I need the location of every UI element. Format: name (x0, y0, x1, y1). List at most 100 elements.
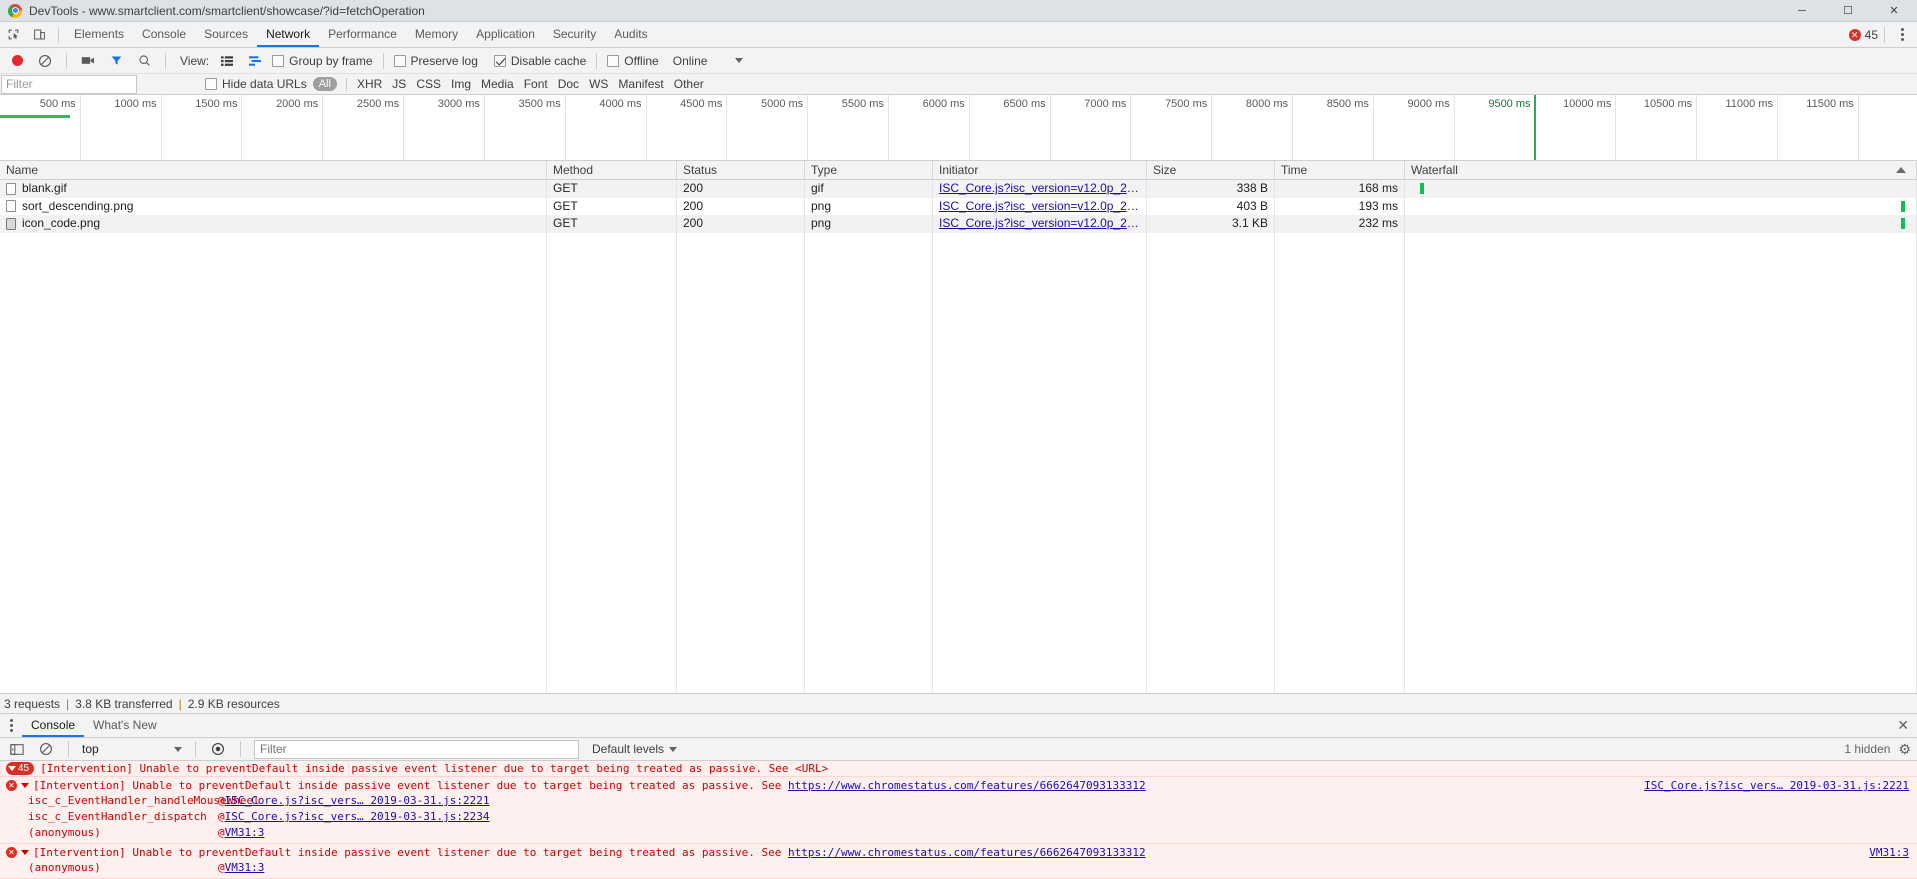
table-row[interactable]: blank.gifGET200gifISC_Core.js?isc_versio… (0, 180, 1917, 198)
column-header-method[interactable]: Method (547, 161, 677, 179)
console-error-entry[interactable]: ✕[Intervention] Unable to preventDefault… (0, 777, 1917, 844)
hide-data-urls-checkbox[interactable]: Hide data URLs (203, 77, 309, 91)
console-source-link[interactable]: ISC_Core.js?isc_vers… 2019-03-31.js:2221 (1644, 778, 1917, 793)
error-count-badge[interactable]: ✕ 45 (1849, 28, 1878, 42)
initiator-link[interactable]: ISC_Core.js?isc_version=v12.0p_2019-03-3… (939, 215, 1140, 233)
drawer-menu-icon[interactable] (0, 719, 22, 732)
console-levels-label: Default levels (592, 742, 664, 756)
type-filter-img[interactable]: Img (446, 77, 476, 91)
console-settings-gear-icon[interactable]: ⚙ (1898, 741, 1911, 758)
stack-frame-link[interactable]: ISC_Core.js?isc_vers… 2019-03-31.js:2221 (225, 793, 490, 809)
tab-application[interactable]: Application (467, 22, 544, 47)
cell-time: 168 ms (1275, 180, 1405, 198)
close-button[interactable]: ✕ (1871, 0, 1917, 22)
console-clear-icon[interactable] (33, 737, 59, 761)
tab-security[interactable]: Security (544, 22, 605, 47)
cell-size: 338 B (1147, 180, 1275, 198)
initiator-link[interactable]: ISC_Core.js?isc_version=v12.0p_2019-03-3… (939, 198, 1140, 216)
drawer-tab-console[interactable]: Console (22, 714, 84, 737)
console-levels-select[interactable]: Default levels (592, 742, 677, 756)
type-filter-css[interactable]: CSS (411, 77, 446, 91)
stack-frame-name: (anonymous) (28, 860, 218, 876)
console-message-link[interactable]: https://www.chromestatus.com/features/66… (788, 779, 1146, 792)
expand-chevron-down-icon[interactable] (21, 783, 29, 788)
group-by-frame-box[interactable] (272, 55, 284, 67)
type-filter-ws[interactable]: WS (584, 77, 613, 91)
console-hidden-count[interactable]: 1 hidden (1844, 742, 1890, 756)
table-row[interactable]: icon_code.pngGET200pngISC_Core.js?isc_ve… (0, 215, 1917, 233)
device-toolbar-icon[interactable] (26, 23, 52, 47)
stack-frame-link[interactable]: ISC_Core.js?isc_vers… 2019-03-31.js:2234 (225, 809, 490, 825)
hide-data-urls-box[interactable] (205, 78, 217, 90)
waterfall-view-icon[interactable] (242, 49, 268, 73)
type-filter-doc[interactable]: Doc (553, 77, 584, 91)
inspect-cursor-icon[interactable] (0, 23, 26, 47)
console-message-link[interactable]: https://www.chromestatus.com/features/66… (788, 846, 1146, 859)
devtools-tab-bar: Elements Console Sources Network Perform… (0, 22, 1917, 48)
preserve-log-box[interactable] (394, 55, 406, 67)
console-group-count-badge[interactable]: 45 (6, 762, 34, 775)
console-source-link[interactable]: VM31:3 (1869, 845, 1917, 860)
netbar-divider-4 (596, 53, 597, 69)
list-view-icon[interactable] (214, 49, 240, 73)
grid-column (933, 233, 1147, 694)
tab-memory[interactable]: Memory (406, 22, 467, 47)
offline-box[interactable] (607, 55, 619, 67)
column-header-name[interactable]: Name (0, 161, 547, 179)
disable-cache-checkbox[interactable]: Disable cache (492, 54, 588, 68)
tab-network[interactable]: Network (257, 22, 319, 47)
column-header-initiator[interactable]: Initiator (933, 161, 1147, 179)
throttling-caret-down-icon[interactable] (735, 58, 743, 63)
maximize-button[interactable]: ☐ (1825, 0, 1871, 22)
column-header-time[interactable]: Time (1275, 161, 1405, 179)
tab-console[interactable]: Console (133, 22, 195, 47)
type-filter-other[interactable]: Other (669, 77, 709, 91)
column-header-status[interactable]: Status (677, 161, 805, 179)
network-timeline-overview[interactable]: 500 ms1000 ms1500 ms2000 ms2500 ms3000 m… (0, 95, 1917, 161)
type-filter-xhr[interactable]: XHR (352, 77, 387, 91)
table-row[interactable]: sort_descending.pngGET200pngISC_Core.js?… (0, 198, 1917, 216)
drawer-tab-whats-new[interactable]: What's New (84, 714, 166, 737)
console-context-select[interactable]: top (78, 740, 186, 759)
live-expression-eye-icon[interactable] (205, 737, 231, 761)
requests-table-body[interactable]: blank.gifGET200gifISC_Core.js?isc_versio… (0, 180, 1917, 693)
tab-performance[interactable]: Performance (319, 22, 406, 47)
expand-chevron-down-icon[interactable] (21, 850, 29, 855)
type-filter-js[interactable]: JS (387, 77, 411, 91)
offline-checkbox[interactable]: Offline (605, 54, 660, 68)
stack-frame-link[interactable]: VM31:3 (225, 860, 265, 876)
column-header-waterfall[interactable]: Waterfall (1405, 161, 1917, 179)
console-message-list[interactable]: 45[Intervention] Unable to preventDefaul… (0, 761, 1917, 879)
console-error-message: ✕[Intervention] Unable to preventDefault… (0, 845, 1917, 860)
capture-screenshots-icon[interactable] (75, 49, 101, 73)
initiator-link[interactable]: ISC_Core.js?isc_version=v12.0p_2019-03-3… (939, 180, 1140, 198)
filter-input[interactable] (1, 75, 137, 94)
filter-funnel-icon[interactable] (103, 49, 129, 73)
console-error-entry[interactable]: ✕[Intervention] Unable to preventDefault… (0, 844, 1917, 879)
clear-icon[interactable] (32, 49, 58, 73)
tab-elements[interactable]: Elements (65, 22, 133, 47)
preserve-log-checkbox[interactable]: Preserve log (392, 54, 480, 68)
throttling-value[interactable]: Online (673, 54, 708, 68)
type-filter-manifest[interactable]: Manifest (613, 77, 668, 91)
cell-size: 3.1 KB (1147, 215, 1275, 233)
type-filter-all[interactable]: All (313, 77, 337, 91)
drawer-close-icon[interactable]: ✕ (1889, 717, 1917, 734)
tab-sources[interactable]: Sources (195, 22, 257, 47)
minimize-button[interactable]: ─ (1779, 0, 1825, 22)
type-filter-media[interactable]: Media (476, 77, 519, 91)
stack-frame-link[interactable]: VM31:3 (225, 825, 265, 841)
console-group-header[interactable]: 45[Intervention] Unable to preventDefaul… (0, 761, 1917, 777)
column-header-type[interactable]: Type (805, 161, 933, 179)
type-filter-font[interactable]: Font (519, 77, 553, 91)
console-sidebar-icon[interactable] (4, 737, 30, 761)
search-icon[interactable] (131, 49, 157, 73)
console-filter-input[interactable] (254, 740, 579, 759)
group-by-frame-checkbox[interactable]: Group by frame (270, 54, 374, 68)
disable-cache-box[interactable] (494, 55, 506, 67)
console-toolbar: top Default levels 1 hidden ⚙ (0, 738, 1917, 761)
tab-audits[interactable]: Audits (605, 22, 656, 47)
more-options-icon[interactable] (1891, 28, 1913, 41)
record-button[interactable] (4, 49, 30, 73)
column-header-size[interactable]: Size (1147, 161, 1275, 179)
